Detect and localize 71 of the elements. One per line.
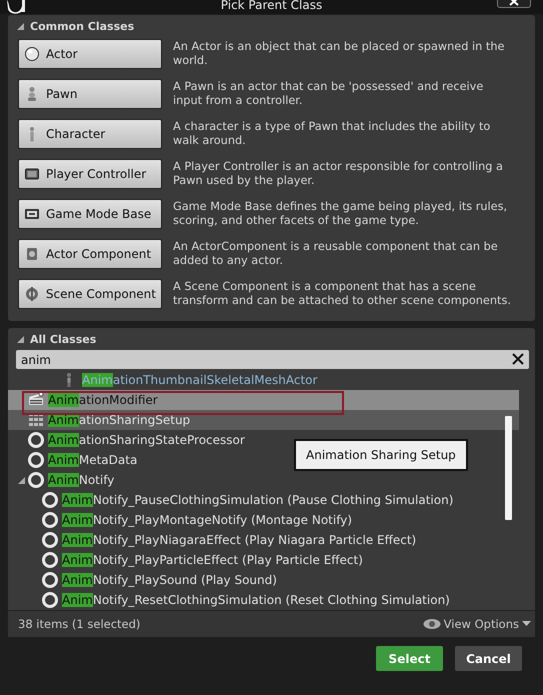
- section-title: All Classes: [30, 332, 96, 346]
- class-button[interactable]: Scene Component: [18, 279, 162, 309]
- ring-icon: [41, 591, 59, 609]
- class-description: A Scene Component is a component that has a scene transform and can be attached to other scene components.: [173, 280, 512, 308]
- ring-icon: [41, 571, 59, 589]
- class-name: AnimNotify_ResetClothingSimulation (Reset Clothing Simulation): [62, 593, 450, 607]
- close-icon: [509, 0, 519, 6]
- ring-icon: [41, 491, 59, 509]
- tree-row[interactable]: AnimMetaData: [8, 450, 138, 470]
- tree-row[interactable]: AnimNotify: [8, 470, 114, 490]
- class-name: AnimationSharingStateProcessor: [48, 433, 245, 447]
- tree-row[interactable]: AnimNotify_PauseClothingSimulation (Pause Clothing Simulation): [8, 490, 454, 510]
- caret-icon: [522, 621, 531, 627]
- section-title: Common Classes: [30, 20, 134, 32]
- component-icon: [24, 246, 40, 262]
- eye-icon: [422, 618, 441, 630]
- tree-row[interactable]: AnimationThumbnailSkeletalMeshActor: [8, 370, 318, 390]
- class-description: An ActorComponent is a reusable component that can be added to any actor.: [173, 240, 499, 268]
- class-name: AnimationModifier: [48, 393, 158, 407]
- tree-row[interactable]: AnimationSharingSetup: [8, 410, 519, 430]
- class-button[interactable]: Game Mode Base: [18, 199, 162, 229]
- clear-icon[interactable]: [511, 352, 525, 366]
- class-button[interactable]: Player Controller: [18, 159, 162, 189]
- class-name: AnimMetaData: [48, 453, 138, 467]
- class-name: AnimNotify_PauseClothingSimulation (Pause Clothing Simulation): [62, 493, 454, 507]
- tree-row[interactable]: AnimNotify_ResetClothingSimulation (Reset Clothing Simulation): [8, 590, 450, 610]
- class-description: A Pawn is an actor that can be 'possessed' and receive input from a controller.: [173, 80, 484, 108]
- class-button[interactable]: Actor Component: [18, 239, 162, 269]
- class-button[interactable]: Actor: [18, 39, 162, 69]
- tooltip: Animation Sharing Setup: [294, 439, 468, 471]
- tree-row[interactable]: AnimNotify_PlayParticleEffect (Play Particle Effect): [8, 550, 363, 570]
- select-button[interactable]: Select: [376, 646, 443, 671]
- item-count: 38 items (1 selected): [18, 617, 140, 631]
- class-description: A character is a type of Pawn that includes the ability to walk around.: [173, 120, 492, 148]
- tree-row[interactable]: AnimNotify_PlayMontageNotify (Montage Notify): [8, 510, 352, 530]
- component-icon: [24, 286, 40, 302]
- game-mode-icon: [24, 206, 40, 222]
- class-description: An Actor is an object that can be placed or spawned in the world.: [173, 40, 506, 68]
- class-name: AnimationThumbnailSkeletalMeshActor: [82, 373, 318, 387]
- class-name: AnimNotify_PlayNiagaraEffect (Play Niagara Particle Effect): [62, 533, 416, 547]
- expand-triangle-icon[interactable]: [16, 22, 25, 30]
- class-name: AnimNotify_PlayMontageNotify (Montage Notify): [62, 513, 352, 527]
- close-button[interactable]: [497, 0, 531, 8]
- tree-row[interactable]: AnimationModifier: [8, 390, 519, 410]
- tree-row[interactable]: AnimationSharingStateProcessor: [8, 430, 245, 450]
- class-description: Game Mode Base defines the game being played, its rules, scoring, and other facets of the game type.: [173, 200, 508, 228]
- logo-icon: [5, 0, 27, 14]
- window-title: Pick Parent Class: [220, 0, 322, 11]
- ring-icon: [41, 511, 59, 529]
- cancel-button[interactable]: Cancel: [455, 646, 522, 671]
- controller-icon: [24, 166, 40, 182]
- expand-triangle-icon[interactable]: [17, 476, 26, 484]
- search-field[interactable]: anim: [16, 350, 529, 369]
- class-name: AnimNotify_PlaySound (Play Sound): [62, 573, 277, 587]
- class-button[interactable]: Character: [18, 119, 162, 149]
- figure-icon: [67, 373, 71, 387]
- class-button[interactable]: Pawn: [18, 79, 162, 109]
- ring-icon: [27, 471, 45, 489]
- class-name: AnimationSharingSetup: [48, 413, 190, 427]
- ring-icon: [27, 431, 45, 449]
- expand-triangle-icon[interactable]: [16, 334, 25, 344]
- ring-icon: [41, 551, 59, 569]
- tree-row[interactable]: AnimNotify_PlayNiagaraEffect (Play Niagara Particle Effect): [8, 530, 416, 550]
- tree-row[interactable]: AnimNotify_PlaySound (Play Sound): [8, 570, 277, 590]
- class-description: A Player Controller is an actor responsible for controlling a Pawn used by the player.: [173, 160, 504, 188]
- ring-icon: [27, 451, 45, 469]
- sphere-icon: [24, 46, 40, 62]
- view-options-button[interactable]: View Options: [422, 617, 531, 631]
- ring-icon: [41, 531, 59, 549]
- class-name: AnimNotify: [48, 473, 114, 487]
- class-name: AnimNotify_PlayParticleEffect (Play Particle Effect): [62, 553, 363, 567]
